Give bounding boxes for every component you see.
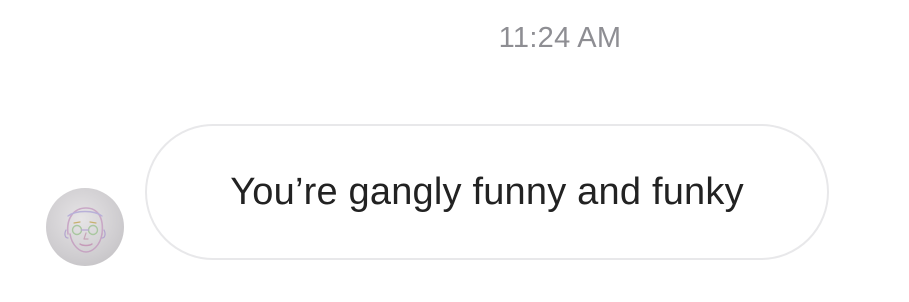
message-text: You’re gangly funny and funky: [230, 170, 744, 213]
sender-avatar[interactable]: [46, 188, 124, 266]
incoming-message-bubble[interactable]: You’re gangly funny and funky: [145, 124, 829, 260]
message-timestamp: 11:24 AM: [498, 22, 622, 54]
chat-thread: 11:24 AM You’re gangly funny and funky: [0, 0, 909, 302]
face-sketch-icon: [64, 207, 106, 253]
